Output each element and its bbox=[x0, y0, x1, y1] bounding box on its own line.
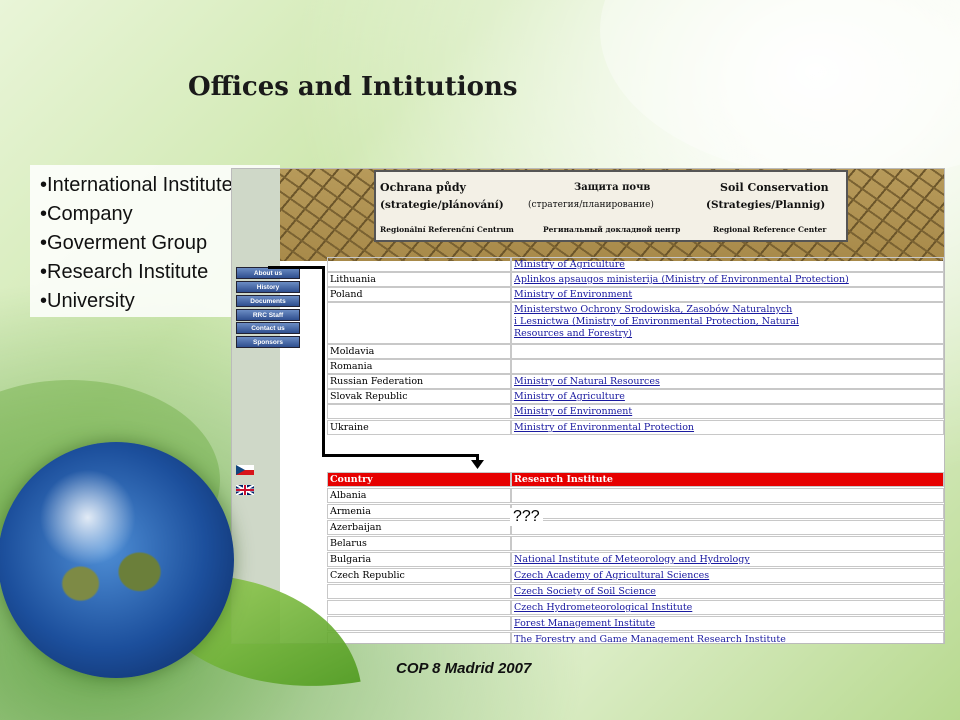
banner-title-box: Ochrana půdy (strategie/plánování) Regio… bbox=[374, 170, 848, 242]
multiline-link-cell[interactable]: Ministerstwo Ochrony Srodowiska, Zasobów… bbox=[511, 302, 944, 344]
banner-en-center: Regional Reference Center bbox=[713, 225, 827, 234]
banner-ru-title: Защита почв bbox=[574, 182, 651, 193]
nav-sponsors[interactable]: Sponsors bbox=[236, 336, 300, 348]
nav-history[interactable]: History bbox=[236, 281, 300, 293]
banner-en-title: Soil Conservation bbox=[720, 181, 829, 194]
connector-line bbox=[322, 454, 478, 457]
banner-ru-sub: (стратегия/планирование) bbox=[528, 200, 654, 210]
question-marks: ??? bbox=[510, 508, 543, 526]
slide-footer: COP 8 Madrid 2007 bbox=[396, 660, 532, 677]
banner-cz-sub: (strategie/plánování) bbox=[380, 199, 504, 211]
website-sidebar bbox=[232, 169, 280, 643]
column-header-research-institute: Research Institute bbox=[511, 472, 944, 487]
website-screenshot: Ochrana půdy (strategie/plánování) Regio… bbox=[231, 168, 945, 644]
nav-rrc-staff[interactable]: RRC Staff bbox=[236, 309, 300, 321]
connector-line bbox=[268, 266, 324, 269]
connector-line bbox=[322, 266, 325, 456]
banner-cz-center: Regionální Referenční Centrum bbox=[380, 225, 514, 234]
uk-flag-icon[interactable] bbox=[236, 485, 254, 495]
globe-image bbox=[0, 442, 234, 678]
nav-contact-us[interactable]: Contact us bbox=[236, 322, 300, 334]
banner-cz-title: Ochrana půdy bbox=[380, 181, 466, 194]
banner-ru-center: Регинальный докладной центр bbox=[543, 225, 681, 234]
banner-en-sub: (Strategies/Plannig) bbox=[706, 199, 826, 211]
arrow-head-icon bbox=[471, 460, 484, 469]
czech-flag-icon[interactable] bbox=[236, 465, 254, 475]
nav-documents[interactable]: Documents bbox=[236, 295, 300, 307]
column-header-country: Country bbox=[327, 472, 511, 487]
slide-title: Offices and Intitutions bbox=[188, 72, 518, 102]
website-banner: Ochrana půdy (strategie/plánování) Regio… bbox=[280, 169, 944, 261]
background-light-streak bbox=[600, 0, 960, 180]
